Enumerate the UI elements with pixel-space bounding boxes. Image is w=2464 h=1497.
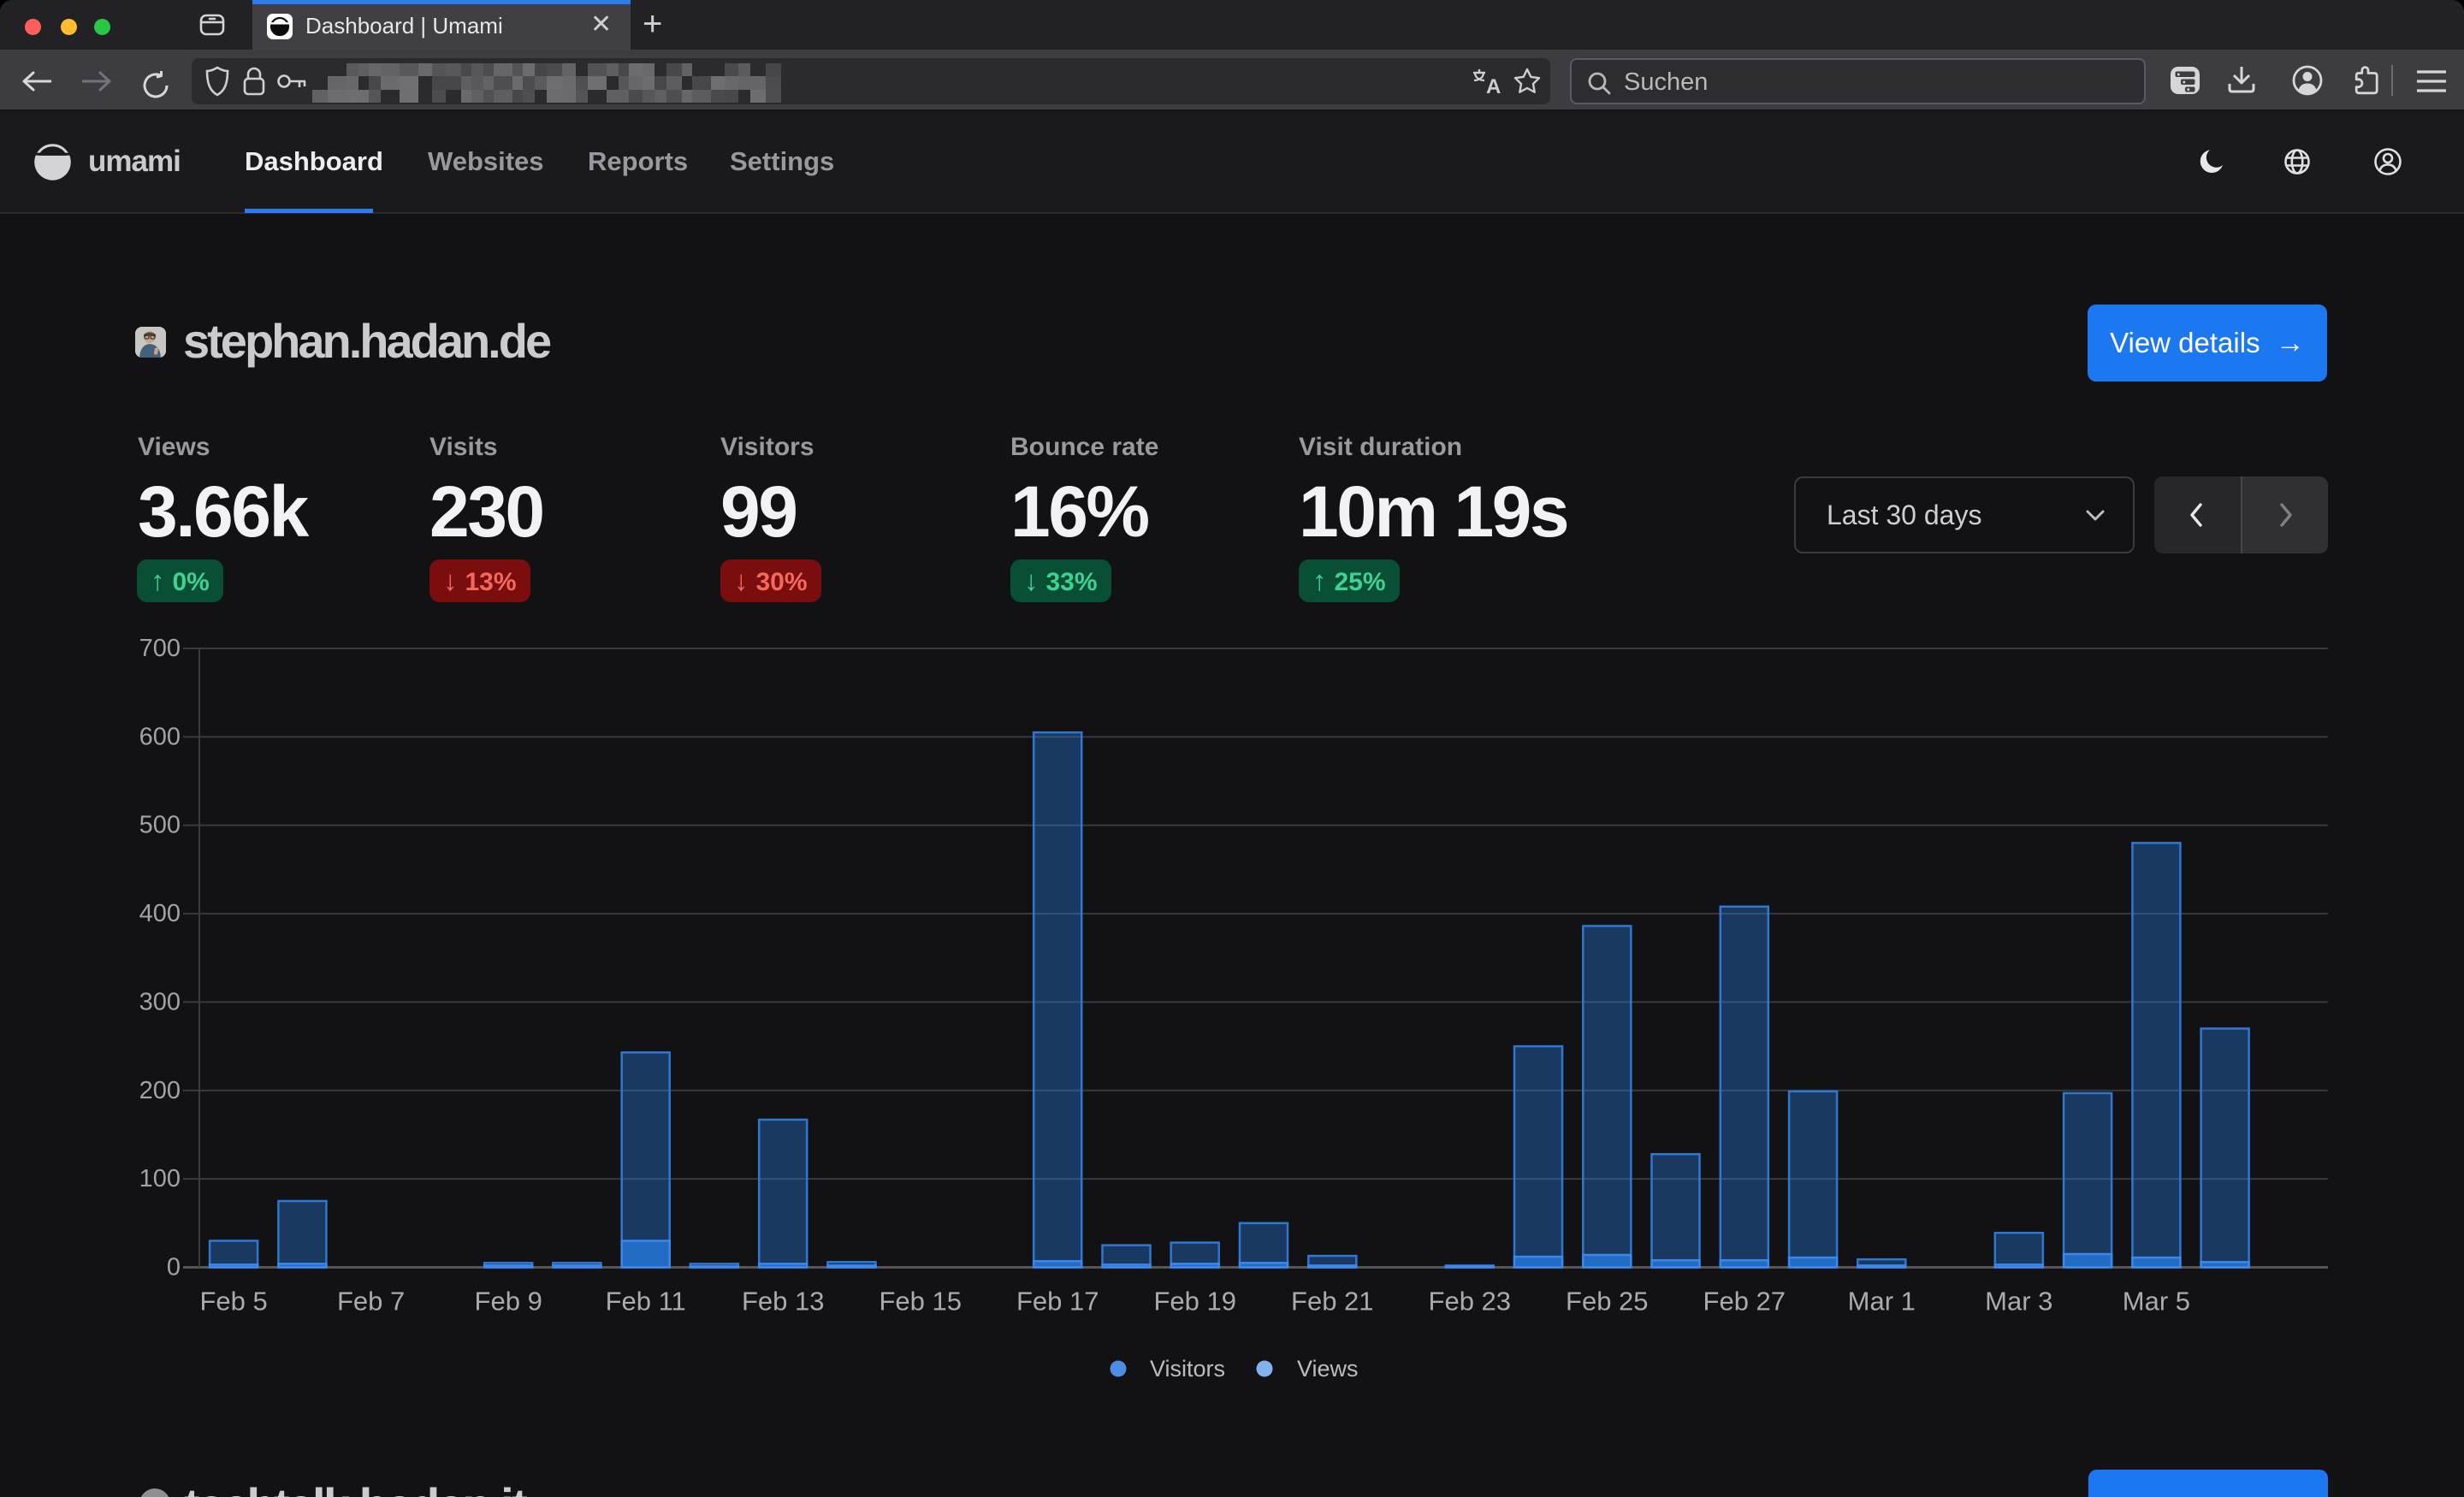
- svg-text:Feb 19: Feb 19: [1153, 1287, 1236, 1317]
- svg-text:200: 200: [139, 1077, 181, 1104]
- svg-text:Mar 1: Mar 1: [1848, 1287, 1916, 1317]
- svg-text:500: 500: [139, 812, 181, 839]
- svg-text:Feb 21: Feb 21: [1291, 1287, 1374, 1317]
- svg-text:600: 600: [139, 723, 181, 750]
- svg-text:Feb 5: Feb 5: [199, 1287, 267, 1317]
- svg-text:Feb 25: Feb 25: [1566, 1287, 1649, 1317]
- svg-text:Feb 23: Feb 23: [1429, 1287, 1512, 1317]
- svg-text:Feb 7: Feb 7: [337, 1287, 405, 1317]
- svg-text:Feb 9: Feb 9: [475, 1287, 542, 1317]
- svg-text:700: 700: [139, 635, 181, 662]
- svg-text:100: 100: [139, 1165, 181, 1192]
- svg-text:300: 300: [139, 988, 181, 1015]
- svg-text:Feb 27: Feb 27: [1703, 1287, 1786, 1317]
- svg-text:Views: Views: [1297, 1356, 1359, 1382]
- svg-text:Feb 11: Feb 11: [606, 1287, 686, 1317]
- svg-text:Mar 3: Mar 3: [1985, 1287, 2052, 1317]
- svg-text:A: A: [1486, 75, 1501, 95]
- svg-text:Feb 13: Feb 13: [742, 1287, 825, 1317]
- svg-text:Feb 15: Feb 15: [879, 1287, 962, 1317]
- svg-text:0: 0: [167, 1254, 181, 1281]
- svg-text:Feb 17: Feb 17: [1016, 1287, 1099, 1317]
- svg-text:400: 400: [139, 900, 181, 927]
- svg-text:Mar 5: Mar 5: [2123, 1287, 2190, 1317]
- svg-text:Visitors: Visitors: [1150, 1356, 1225, 1382]
